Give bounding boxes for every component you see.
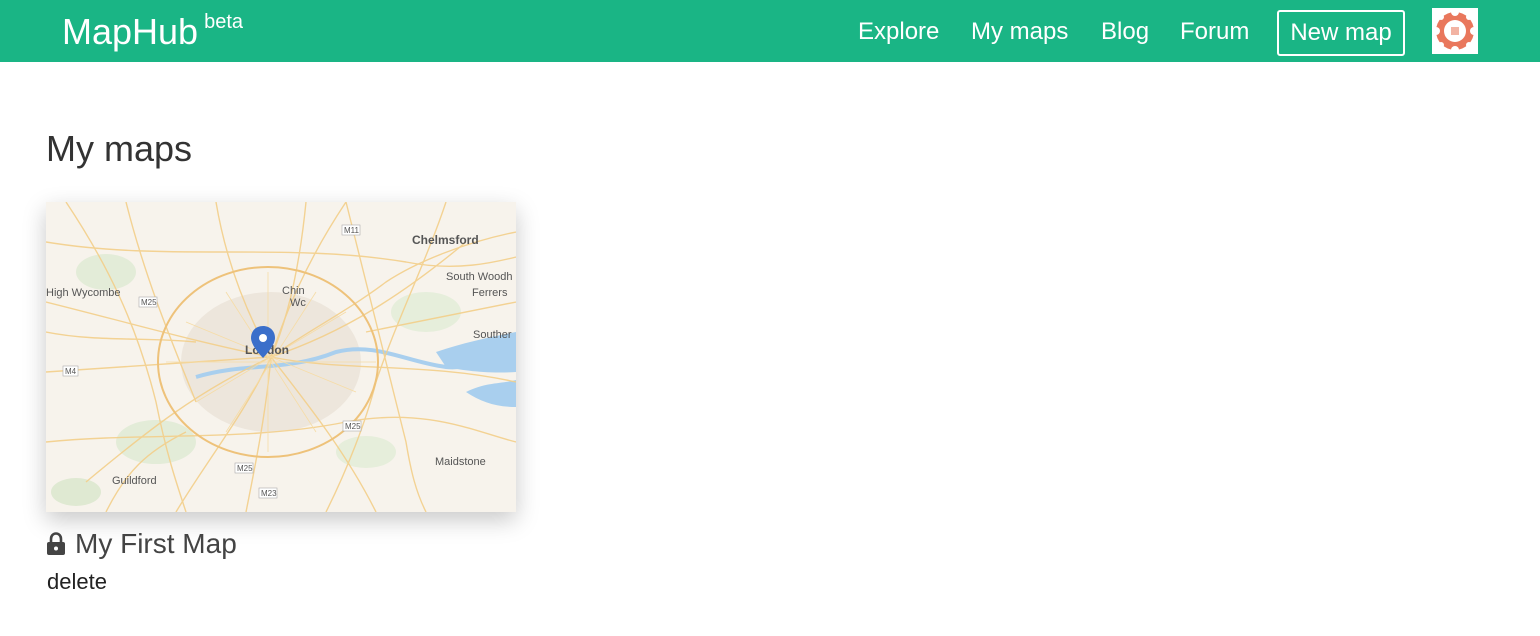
road-shield: M23 [261, 489, 277, 498]
map-label: Ferrers [472, 287, 508, 299]
road-shield: M4 [65, 367, 77, 376]
map-label: Souther [473, 329, 512, 341]
new-map-button[interactable]: New map [1277, 10, 1405, 56]
road-shield: M25 [345, 422, 361, 431]
map-label: Maidstone [435, 456, 486, 468]
avatar-pattern-icon [1432, 8, 1478, 54]
map-label: Chelmsford [412, 233, 479, 247]
map-label: High Wycombe [46, 287, 120, 299]
nav-explore[interactable]: Explore [858, 16, 939, 48]
delete-map-link[interactable]: delete [47, 566, 107, 598]
road-shield: M11 [344, 226, 360, 235]
brand-name: MapHub [62, 11, 199, 52]
map-title-link[interactable]: My First Map [75, 526, 237, 562]
beta-badge: beta [204, 11, 244, 33]
map-card-thumbnail[interactable]: Chelmsford South Woodh Ferrers High Wyco… [46, 202, 516, 512]
road-shield: M25 [141, 298, 157, 307]
road-shield: M25 [237, 464, 253, 473]
brand-logo[interactable]: MapHub beta [62, 10, 243, 60]
map-label: Guildford [112, 475, 157, 487]
map-card-title-row: My First Map [46, 526, 237, 562]
map-thumbnail: Chelmsford South Woodh Ferrers High Wyco… [46, 202, 516, 512]
map-label: South Woodh [446, 271, 512, 283]
nav-forum[interactable]: Forum [1180, 16, 1249, 48]
lock-icon [47, 532, 65, 555]
top-navbar: MapHub beta Explore My maps Blog Forum Ne… [0, 0, 1540, 62]
nav-blog[interactable]: Blog [1101, 16, 1149, 48]
user-avatar[interactable] [1432, 8, 1478, 54]
page-title: My maps [46, 128, 193, 169]
map-label: Chin [282, 285, 305, 297]
map-label: Wc [290, 297, 306, 309]
nav-my-maps[interactable]: My maps [971, 16, 1068, 48]
